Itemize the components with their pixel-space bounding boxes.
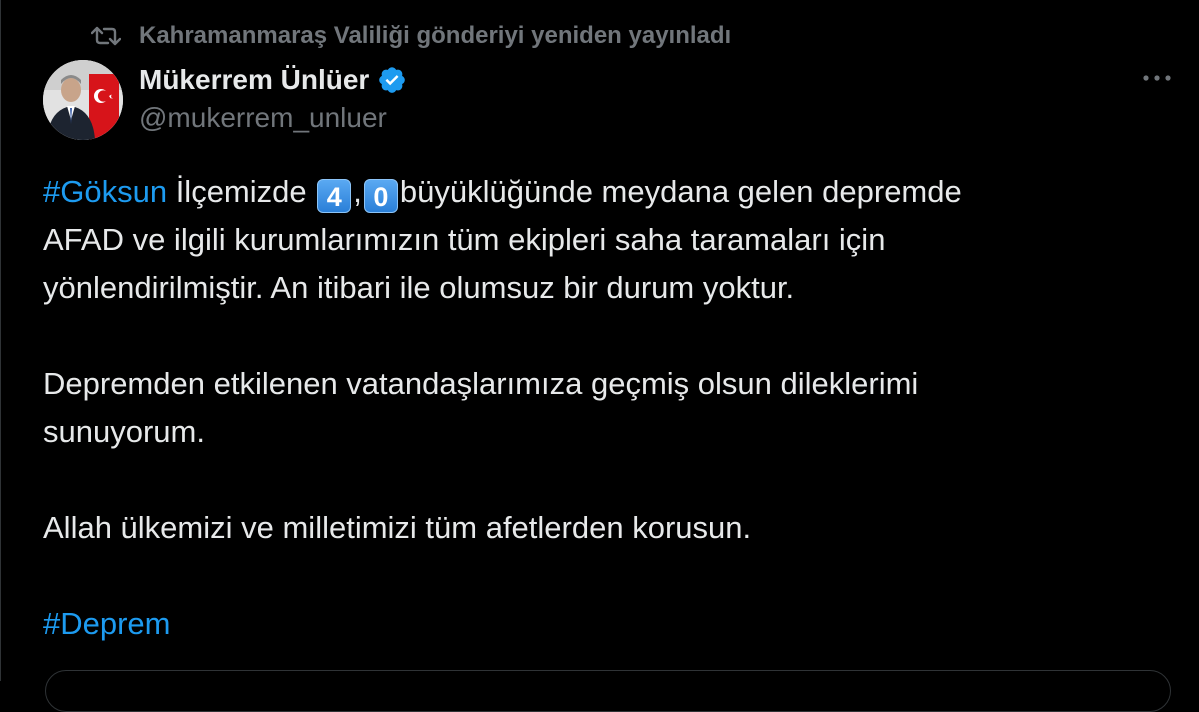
keycap-digit-zero: 0 [363, 179, 398, 213]
retweet-label[interactable]: Kahramanmaraş Valiliği gönderiyi yeniden… [139, 22, 731, 50]
avatar[interactable] [43, 60, 123, 140]
retweet-header: Kahramanmaraş Valiliği gönderiyi yeniden… [91, 22, 731, 50]
tweet-comma: , [353, 174, 362, 209]
hashtag-deprem-link[interactable]: #Deprem [43, 606, 171, 641]
tweet-line-4: Depremden etkilenen vatandaşlarımıza geç… [43, 366, 919, 401]
author-name-row[interactable]: Mükerrem Ünlüer [139, 60, 407, 100]
keycap-digit-four: 4 [317, 179, 352, 213]
tweet-text-segment: İlçemizde [167, 174, 316, 209]
author-handle[interactable]: @mukerrem_unluer [139, 102, 387, 134]
retweet-icon [91, 22, 123, 50]
tweet-card[interactable]: Kahramanmaraş Valiliği gönderiyi yeniden… [0, 0, 1199, 712]
more-icon [1142, 69, 1172, 87]
embedded-card[interactable] [45, 670, 1171, 712]
tweet-line-7: #Deprem [43, 600, 1163, 648]
author-display-name[interactable]: Mükerrem Ünlüer [139, 64, 369, 96]
hashtag-goksun-link[interactable]: #Göksun [43, 174, 167, 209]
tweet-text: #Göksun İlçemizde 4, 0 büyüklüğünde meydan… [43, 168, 1163, 648]
tweet-line-2: AFAD ve ilgili kurumlarımızın tüm ekiple… [43, 222, 886, 257]
tweet-line-1: #Göksun İlçemizde 4, 0 büyüklüğünde meydan… [43, 168, 1163, 216]
tweet-line-3: yönlendirilmiştir. An itibari ile olumsu… [43, 270, 795, 305]
tweet-line-6: Allah ülkemizi ve milletimizi tüm afetle… [43, 510, 752, 545]
more-options-button[interactable] [1135, 62, 1179, 94]
verified-badge-icon[interactable] [377, 65, 407, 95]
tweet-line-5: sunuyorum. [43, 414, 205, 449]
tweet-text-segment: büyüklüğünde meydana gelen depremde [399, 174, 962, 209]
